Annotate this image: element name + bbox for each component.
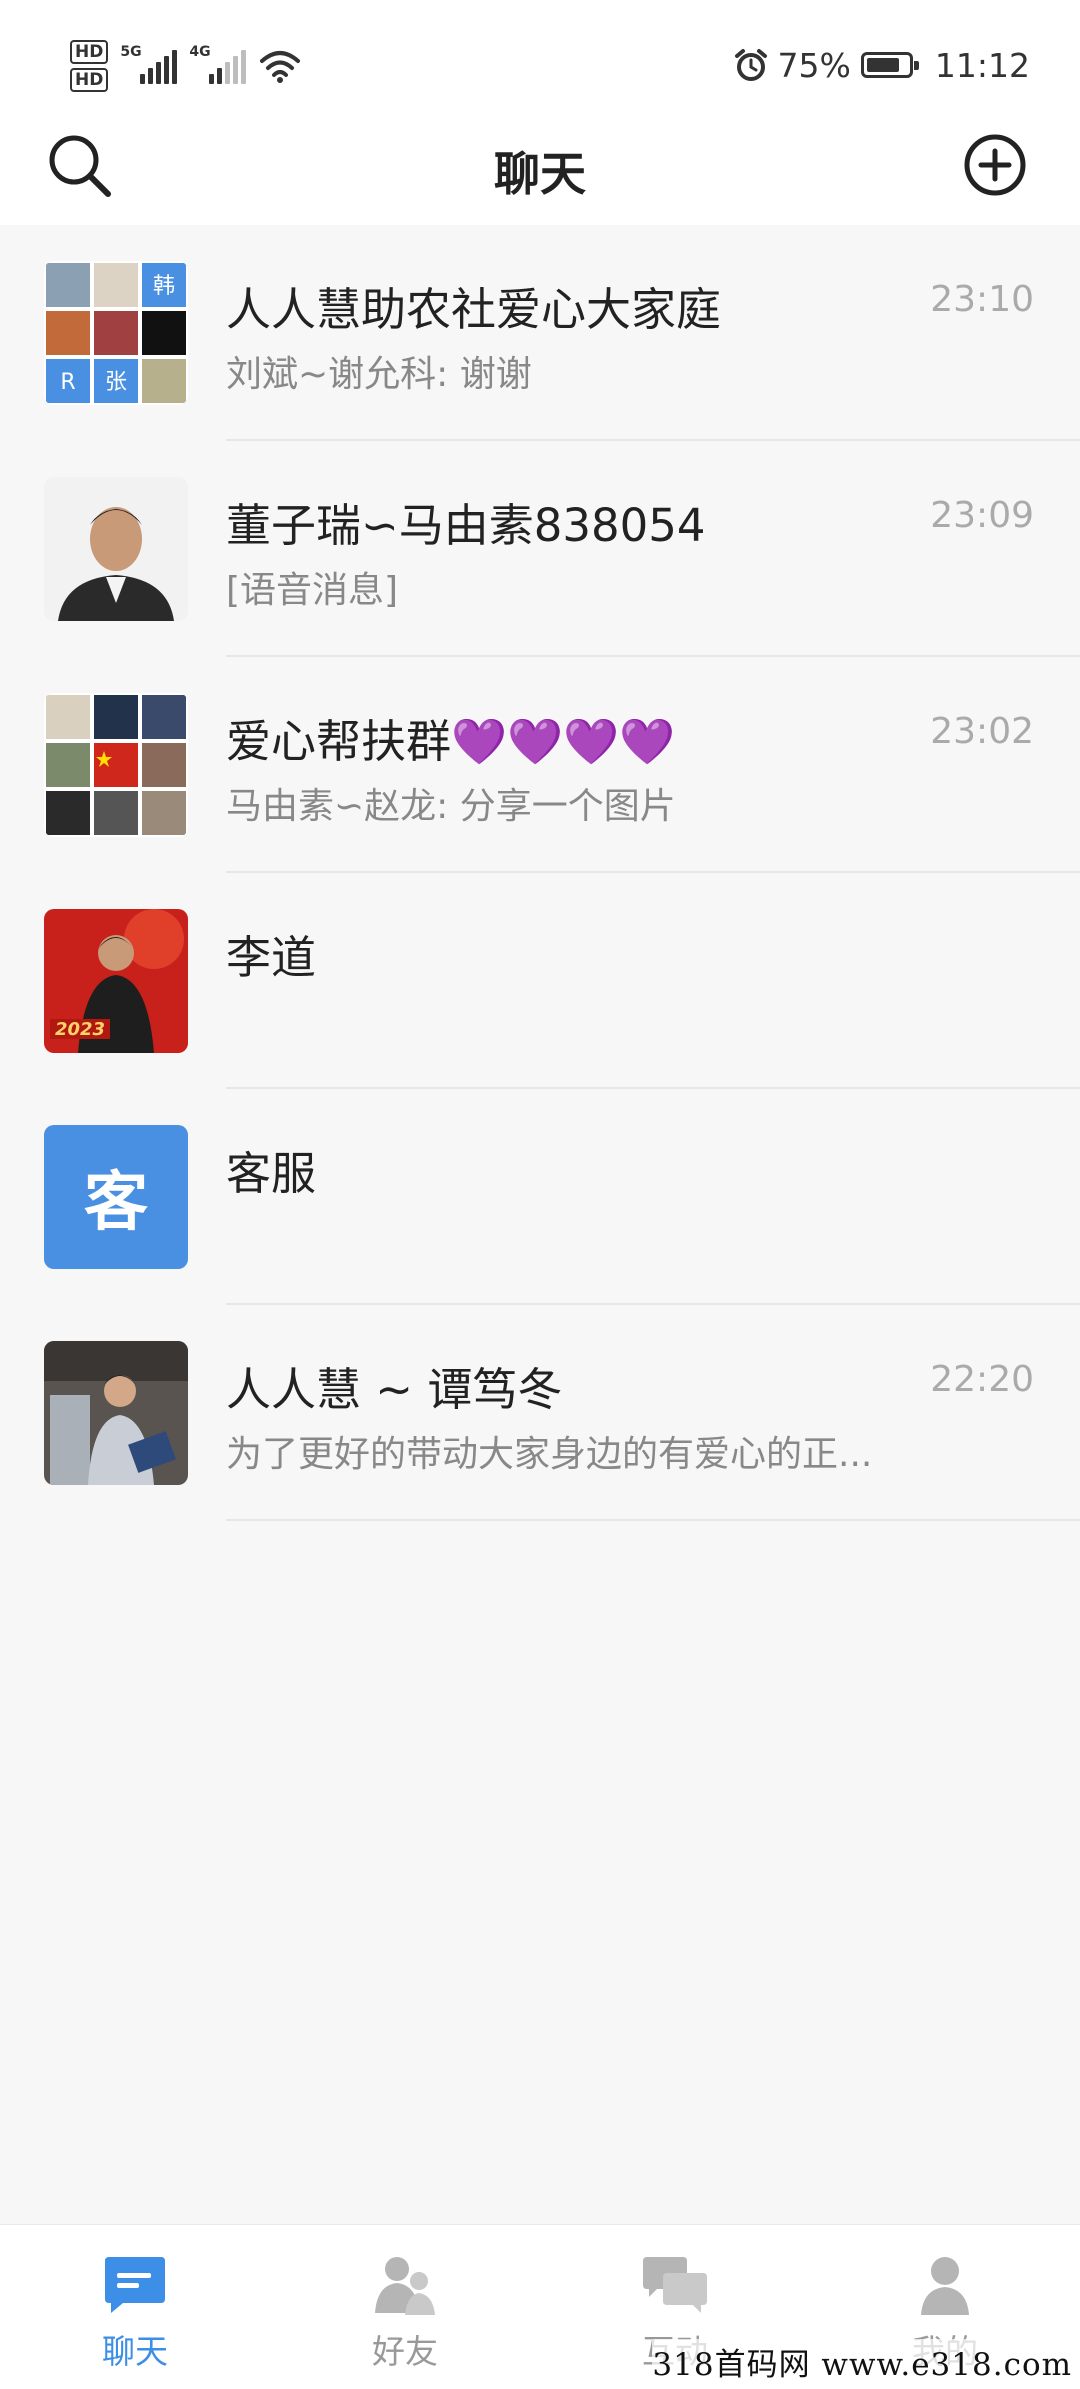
tab-label: 好友 — [372, 2332, 438, 2371]
group-tile-c: 张 — [105, 370, 127, 395]
watermark: 318首码网 www.e318.com — [652, 2339, 1072, 2384]
chat-name: 董子瑞∽马由素838054 — [226, 499, 706, 552]
chat-item[interactable]: 韩 R 张 人人慧助农社爱心大家庭 刘斌~谢允科: 谢谢 23:10 — [0, 225, 1080, 441]
net2-label: 4G — [189, 44, 211, 60]
chat-preview: [语音消息] — [226, 570, 399, 611]
group-tile-b: R — [60, 370, 75, 395]
wifi-icon — [260, 51, 301, 83]
net1-label: 5G — [120, 44, 142, 60]
group-avatar — [44, 693, 188, 837]
service-avatar-text: 客 — [84, 1166, 148, 1240]
clock: 11:12 — [934, 45, 1030, 85]
status-bar: HD HD 5G 4G 75% 11:12 — [0, 0, 1080, 120]
chat-bubble-icon — [105, 2257, 165, 2313]
service-avatar: 客 — [44, 1125, 188, 1269]
group-tile-a: 韩 — [153, 274, 175, 299]
hd1-badge: HD — [70, 40, 109, 64]
person-icon — [921, 2257, 969, 2315]
chat-name: 爱心帮扶群💜💜💜💜 — [226, 715, 676, 768]
chat-name: 人人慧 ~ 谭笃冬 — [226, 1363, 563, 1416]
user-avatar: 2023 — [44, 909, 188, 1053]
divider — [226, 1519, 1080, 1521]
status-right: 75% 11:12 — [734, 40, 1030, 90]
status-left: HD HD 5G 4G — [70, 36, 301, 96]
battery-icon — [860, 52, 919, 78]
signal-5g-icon: 5G — [120, 44, 178, 84]
chat-time: 22:20 — [930, 1359, 1034, 1400]
plus-circle-icon[interactable] — [960, 130, 1030, 200]
chat-name: 客服 — [226, 1147, 317, 1200]
chat-time: 23:02 — [930, 711, 1034, 752]
tab-chat[interactable]: 聊天 — [0, 2225, 270, 2389]
tab-friends[interactable]: 好友 — [270, 2225, 540, 2389]
hd2-badge: HD — [70, 68, 109, 92]
chat-item[interactable]: 董子瑞∽马由素838054 [语音消息] 23:09 — [0, 441, 1080, 657]
friends-icon — [375, 2257, 435, 2315]
chat-preview: 马由素∽赵龙: 分享一个图片 — [226, 786, 676, 827]
chat-item[interactable]: 爱心帮扶群💜💜💜💜 马由素∽赵龙: 分享一个图片 23:02 — [0, 657, 1080, 873]
chat-time: 23:10 — [930, 279, 1034, 320]
chat-preview: 为了更好的带动大家身边的有爱心的正... — [226, 1434, 873, 1475]
signal-4g-icon: 4G — [189, 44, 247, 84]
chat-time: 23:09 — [930, 495, 1034, 536]
tab-label: 聊天 — [102, 2332, 168, 2371]
app-header: 聊天 — [0, 120, 1080, 225]
chat-list: 韩 R 张 人人慧助农社爱心大家庭 刘斌~谢允科: 谢谢 23:10 董子瑞∽马… — [0, 225, 1080, 1521]
user-avatar — [44, 477, 188, 621]
chat-name: 人人慧助农社爱心大家庭 — [226, 283, 722, 336]
battery-percent: 75% — [777, 45, 851, 85]
alarm-icon — [734, 49, 767, 81]
chat-item[interactable]: 人人慧 ~ 谭笃冬 为了更好的带动大家身边的有爱心的正... 22:20 — [0, 1305, 1080, 1521]
interact-bubbles-icon — [643, 2257, 707, 2313]
chat-item[interactable]: 2023 李道 — [0, 873, 1080, 1089]
chat-name: 李道 — [226, 931, 317, 984]
avatar-badge: 2023 — [55, 1019, 105, 1040]
group-avatar: 韩 R 张 — [44, 261, 188, 405]
hd-indicators: HD HD — [70, 40, 109, 92]
chat-preview: 刘斌~谢允科: 谢谢 — [226, 354, 532, 395]
user-avatar — [44, 1341, 188, 1485]
chat-item[interactable]: 客 客服 — [0, 1089, 1080, 1305]
page-title: 聊天 — [494, 147, 586, 201]
